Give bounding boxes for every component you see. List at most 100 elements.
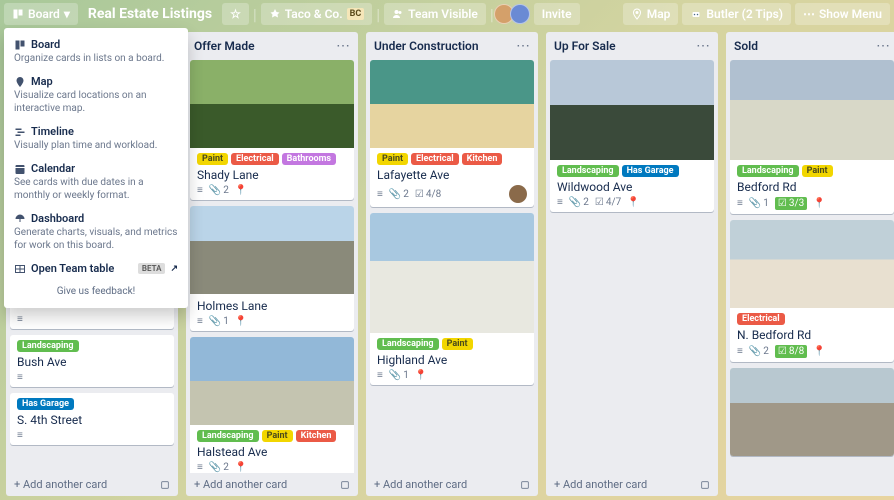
label-bathrooms: Bathrooms	[282, 153, 336, 165]
dashboard-icon	[14, 213, 26, 225]
card[interactable]: Has Garage S. 4th Street ≡	[10, 393, 174, 445]
list: Up For Sale ⋯ LandscapingHas Garage Wildw…	[546, 32, 718, 496]
add-card-button[interactable]: + Add another card	[546, 473, 718, 496]
member-avatars[interactable]	[498, 4, 530, 24]
card-cover	[190, 60, 354, 148]
external-link-icon: ↗	[170, 264, 178, 274]
label-paint: Paint	[802, 165, 833, 177]
map-pin-icon	[14, 76, 26, 88]
view-item-timeline[interactable]: Timeline Visually plan time and workload…	[4, 121, 188, 158]
label-landscaping: Landscaping	[377, 338, 439, 350]
card-cover	[730, 368, 894, 456]
list-menu-button[interactable]: ⋯	[336, 38, 350, 54]
view-item-board[interactable]: Board Organize cards in lists on a board…	[4, 34, 188, 71]
add-card-button[interactable]: + Add another card	[6, 473, 178, 496]
card-title: Highland Ave	[377, 353, 527, 367]
list-menu-button[interactable]: ⋯	[516, 38, 530, 54]
template-icon[interactable]	[160, 480, 170, 490]
card[interactable]: Landscaping Bush Ave ≡	[10, 335, 174, 387]
board-switcher[interactable]: Board ▾	[4, 3, 78, 25]
card-title: Shady Lane	[197, 168, 347, 182]
description-icon: ≡	[737, 198, 743, 209]
attachment-badge: 📎2	[209, 185, 229, 196]
attachment-badge: 📎2	[749, 346, 769, 357]
description-icon: ≡	[17, 430, 23, 441]
show-menu-button[interactable]: ⋯ Show Menu	[795, 3, 890, 25]
description-icon: ≡	[197, 316, 203, 327]
list-menu-button[interactable]: ⋯	[696, 38, 710, 54]
view-item-map[interactable]: Map Visualize card locations on an inter…	[4, 71, 188, 121]
board: Board Organize cards in lists on a board…	[0, 28, 894, 500]
visibility-button[interactable]: Team Visible	[384, 3, 486, 25]
list-title[interactable]: Up For Sale	[554, 39, 616, 53]
label-landscaping: Landscaping	[17, 340, 79, 352]
org-badge: BC	[347, 8, 365, 20]
card-cover	[370, 213, 534, 333]
map-icon	[631, 8, 643, 20]
template-icon[interactable]	[520, 480, 530, 490]
view-item-calendar[interactable]: Calendar See cards with due dates in a m…	[4, 158, 188, 208]
card[interactable]: LandscapingHas Garage Wildwood Ave ≡📎2☑4…	[550, 60, 714, 212]
label-electrical: Electrical	[737, 313, 785, 325]
location-icon: 📍	[235, 462, 247, 473]
checklist-badge: ☑8/8	[775, 345, 807, 358]
card[interactable]: Holmes Lane ≡📎1📍	[190, 206, 354, 331]
label-paint: Paint	[442, 338, 473, 350]
butler-icon	[690, 8, 702, 20]
attachment-badge: 📎1	[749, 198, 769, 209]
description-icon: ≡	[557, 197, 563, 208]
card-title: Lafayette Ave	[377, 168, 527, 182]
beta-badge: BETA	[138, 263, 166, 274]
label-landscaping: Landscaping	[197, 430, 259, 442]
card[interactable]: PaintElectricalBathrooms Shady Lane ≡📎2📍	[190, 60, 354, 200]
label-kitchen: Kitchen	[296, 430, 337, 442]
view-item-dashboard[interactable]: Dashboard Generate charts, visuals, and …	[4, 208, 188, 258]
board-icon	[14, 39, 26, 51]
add-card-button[interactable]: + Add another card	[186, 473, 358, 496]
card-title: N. Bedford Rd	[737, 328, 887, 342]
label-hasgarage: Has Garage	[17, 398, 74, 410]
label-landscaping: Landscaping	[557, 165, 619, 177]
label-paint: Paint	[197, 153, 228, 165]
label-paint: Paint	[262, 430, 293, 442]
view-item-team-table[interactable]: Open Team tableBETA ↗	[4, 258, 188, 281]
card[interactable]: LandscapingPaint Highland Ave ≡📎1📍	[370, 213, 534, 385]
view-switcher-menu: Board Organize cards in lists on a board…	[4, 28, 188, 308]
list-menu-button[interactable]: ⋯	[876, 38, 890, 54]
label-paint: Paint	[377, 153, 408, 165]
board-title[interactable]: Real Estate Listings	[82, 6, 218, 22]
star-button[interactable]: ☆	[222, 3, 249, 25]
location-icon: 📍	[813, 198, 825, 209]
card-title: Bedford Rd	[737, 180, 887, 194]
description-icon: ≡	[197, 462, 203, 473]
member-avatar[interactable]	[509, 185, 527, 203]
add-card-button[interactable]: + Add another card	[366, 473, 538, 496]
card[interactable]: PaintElectricalKitchen Lafayette Ave ≡📎2…	[370, 60, 534, 207]
table-icon	[14, 263, 26, 275]
butler-button[interactable]: Butler (2 Tips)	[682, 3, 791, 25]
card[interactable]	[730, 368, 894, 456]
description-icon: ≡	[737, 346, 743, 357]
checklist-badge: ☑4/7	[595, 197, 621, 208]
description-icon: ≡	[377, 370, 383, 381]
list: Under Construction ⋯ PaintElectricalKitch…	[366, 32, 538, 496]
invite-button[interactable]: Invite	[534, 3, 580, 25]
list-title[interactable]: Under Construction	[374, 39, 479, 53]
list-title[interactable]: Sold	[734, 39, 758, 53]
template-icon[interactable]	[700, 480, 710, 490]
checklist-badge: ☑3/3	[775, 197, 807, 210]
card-title: Bush Ave	[17, 355, 167, 369]
map-button[interactable]: Map	[623, 3, 679, 25]
org-icon	[269, 8, 281, 20]
card[interactable]: Electrical N. Bedford Rd ≡📎2☑8/8📍	[730, 220, 894, 362]
timeline-icon	[14, 126, 26, 138]
card-title: Holmes Lane	[197, 299, 347, 313]
location-icon: 📍	[415, 370, 427, 381]
list-title[interactable]: Offer Made	[194, 39, 255, 53]
chevron-down-icon: ▾	[64, 7, 70, 21]
template-icon[interactable]	[340, 480, 350, 490]
card[interactable]: LandscapingPaint Bedford Rd ≡📎1☑3/3📍	[730, 60, 894, 214]
org-button[interactable]: Taco & Co. BC	[261, 3, 373, 25]
feedback-link[interactable]: Give us feedback!	[4, 281, 188, 302]
card[interactable]: LandscapingPaintKitchen Halstead Ave ≡📎2…	[190, 337, 354, 473]
